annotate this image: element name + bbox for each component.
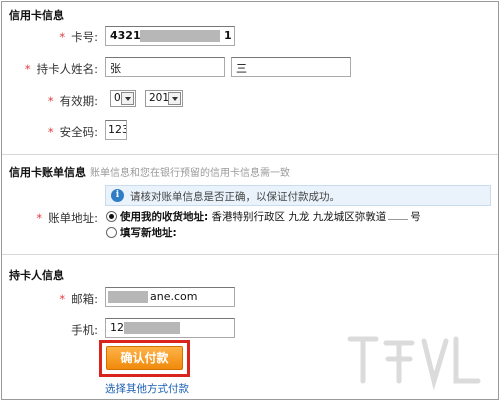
payment-form: 信用卡信息 *卡号: 4321 1 *持卡人姓名: 张 三 *有效期: 08 2… <box>1 1 499 400</box>
holder-surname-input[interactable]: 张 <box>105 57 225 77</box>
cvv-label: * 安全码: <box>47 125 98 139</box>
billing-subtitle: 账单信息和您在银行预留的信用卡信息需一致 <box>90 168 290 179</box>
card-number-redaction <box>140 30 220 42</box>
expiry-month-select[interactable]: 08 <box>110 90 136 107</box>
expiry-year-select[interactable]: 2018 <box>145 90 183 107</box>
email-label: * 邮箱: <box>59 292 98 306</box>
billing-title: 信用卡账单信息 账单信息和您在银行预留的信用卡信息需一致 <box>9 166 290 179</box>
phone-input[interactable]: 12 <box>105 318 235 338</box>
saved-address-radio[interactable] <box>106 211 117 222</box>
chevron-down-icon <box>121 92 134 105</box>
chevron-down-icon <box>168 92 181 105</box>
new-address-text: 填写新地址: <box>120 227 177 239</box>
holder-info-title: 持卡人信息 <box>9 269 64 282</box>
billing-notice: i 请核对账单信息是否正确，以保证付款成功。 <box>105 185 491 206</box>
expiry-label: * 有效期: <box>47 94 98 108</box>
billing-address-label: * 账单地址: <box>36 211 98 225</box>
saved-address-text: 使用我的收货地址: 香港特别行政区 九龙 九龙城区弥敦道号 <box>120 211 421 223</box>
email-redaction <box>108 291 148 303</box>
new-address-radio[interactable] <box>106 227 117 238</box>
holder-given-input[interactable]: 三 <box>231 57 351 77</box>
holder-name-label: * 持卡人姓名: <box>24 62 98 76</box>
card-number-label: * 卡号: <box>59 30 98 44</box>
other-payment-link[interactable]: 选择其他方式付款 <box>105 381 189 396</box>
card-info-title: 信用卡信息 <box>9 9 64 22</box>
site-watermark-logo <box>347 336 481 391</box>
card-number-input[interactable]: 4321 1 <box>105 26 235 46</box>
divider <box>2 154 498 155</box>
cvv-input[interactable]: 123 <box>105 120 127 140</box>
phone-label: 手机: <box>71 323 98 337</box>
info-icon: i <box>111 189 124 202</box>
confirm-pay-button[interactable]: 确认付款 <box>106 346 183 370</box>
email-input[interactable]: ane.com <box>105 287 235 307</box>
divider <box>2 254 498 255</box>
phone-redaction <box>124 322 180 334</box>
